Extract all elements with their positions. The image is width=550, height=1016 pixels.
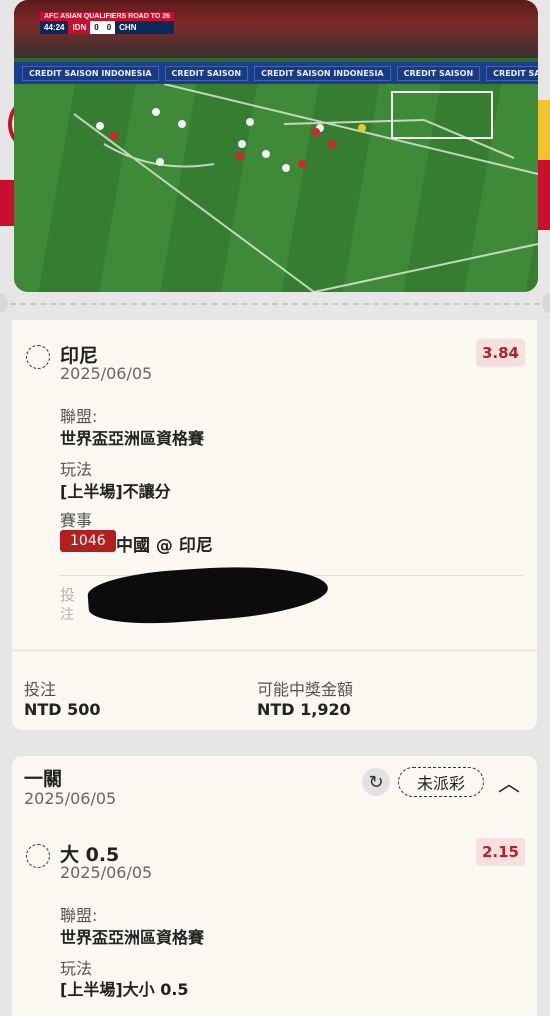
status-badge: 未派彩 [398, 767, 484, 797]
ad-boards: CREDIT SAISON INDONESIA CREDIT SAISON CR… [14, 62, 538, 84]
away-score: 0 [102, 21, 116, 34]
odds-badge: 3.84 [475, 339, 525, 367]
league-value: 世界盃亞洲區資格賽 [60, 429, 205, 448]
football-pitch [14, 83, 538, 292]
stake-label: 投注 [24, 680, 57, 699]
selection-date: 2025/06/05 [60, 364, 153, 383]
parlay-card: 一關 2025/06/05 ↻ 未派彩 ︿ 大 0.5 2025/06/05 2… [12, 756, 537, 1016]
event-name: 中國 @ 印尼 [116, 536, 213, 556]
scoreboard: AFC ASIAN QUALIFIERS ROAD TO 26 44:24 ID… [40, 12, 175, 34]
payout-value: NTD 1,920 [257, 700, 351, 719]
redaction-scribble [86, 559, 330, 629]
live-video-player[interactable]: CREDIT SAISON INDONESIA CREDIT SAISON CR… [14, 0, 538, 292]
selection-circle-icon [26, 345, 50, 369]
league-value: 世界盃亞洲區資格賽 [60, 928, 205, 947]
market-value: [上半場]不讓分 [60, 482, 171, 501]
ticket-tear-line [0, 288, 550, 318]
selection-date: 2025/06/05 [60, 863, 153, 882]
event-id-badge: 1046 [60, 530, 116, 552]
home-team: IDN [68, 21, 91, 34]
selection-circle-icon [26, 844, 50, 868]
league-label: 聯盟: [60, 407, 98, 426]
league-label: 聯盟: [60, 906, 98, 925]
chevron-up-icon[interactable]: ︿ [498, 766, 520, 798]
odds-badge: 2.15 [475, 838, 525, 866]
redacted-area: 投 注 5.1 [60, 559, 332, 638]
payout-label: 可能中獎金額 [257, 680, 354, 699]
stake-value: NTD 500 [24, 700, 101, 719]
market-value: [上半場]大小 0.5 [60, 980, 189, 999]
event-label: 賽事 [60, 511, 93, 530]
away-team: CHN [119, 23, 137, 32]
bet-slip-card: 印尼 2025/06/05 3.84 聯盟: 世界盃亞洲區資格賽 玩法 [上半場… [12, 320, 537, 730]
match-clock: 44:24 [44, 23, 65, 32]
refresh-icon[interactable]: ↻ [362, 768, 390, 796]
market-label: 玩法 [60, 460, 93, 479]
divider [12, 650, 537, 651]
parlay-title: 一關 [24, 768, 63, 790]
home-score: 0 [90, 21, 103, 34]
background-decoration-right [536, 100, 550, 230]
pitch-markings [73, 83, 538, 292]
parlay-date: 2025/06/05 [24, 789, 117, 808]
